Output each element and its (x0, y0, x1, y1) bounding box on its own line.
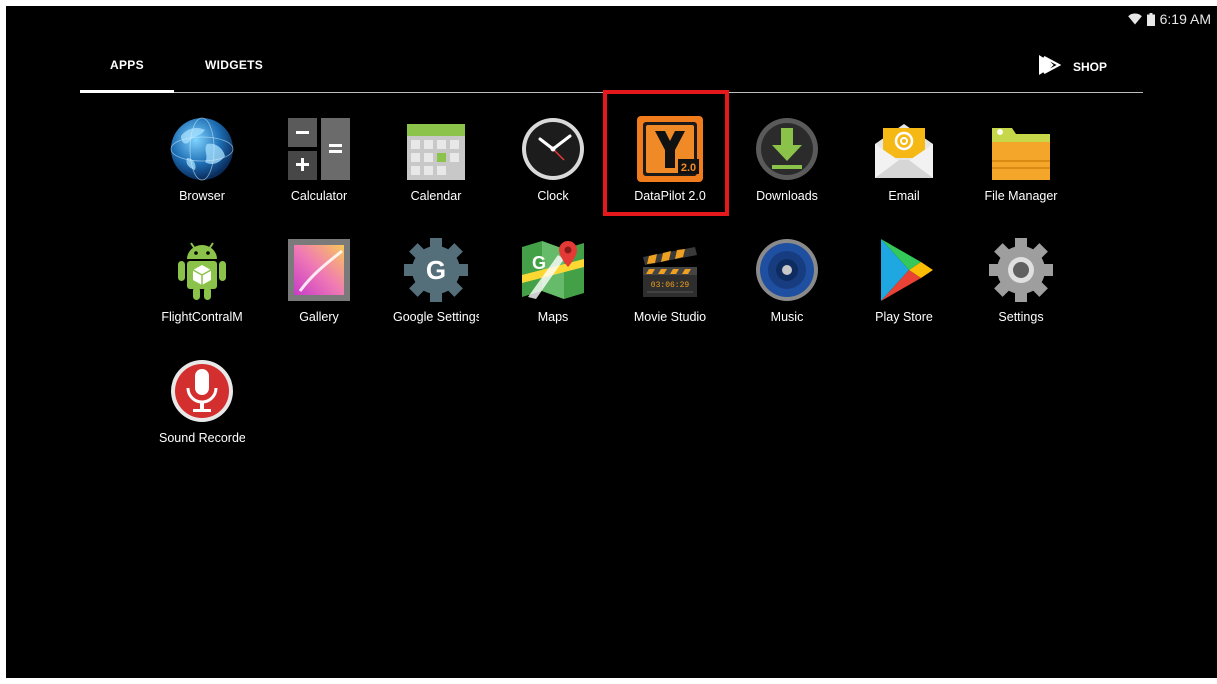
app-label: DataPilot 2.0 (634, 189, 706, 203)
app-label: Email (888, 189, 920, 203)
app-label: Calendar (410, 189, 462, 203)
app-gallery[interactable]: Gallery (264, 231, 374, 343)
status-bar: 6:19 AM (1127, 10, 1211, 28)
status-time: 6:19 AM (1159, 11, 1211, 27)
svg-text:2.0: 2.0 (681, 162, 696, 174)
google-settings-icon: G (401, 235, 471, 305)
app-downloads[interactable]: Downloads (732, 110, 842, 222)
android-robot-icon (167, 235, 237, 305)
svg-text:G: G (426, 255, 446, 285)
app-music[interactable]: Music (732, 231, 842, 343)
app-file-manager[interactable]: File Manager (966, 110, 1076, 222)
tab-widgets[interactable]: WIDGETS (205, 58, 263, 72)
app-datapilot[interactable]: 2.0 DataPilot 2.0 (615, 110, 725, 222)
app-label: Play Store (875, 310, 933, 324)
app-label: Movie Studio (633, 310, 707, 324)
svg-text:03:06:29: 03:06:29 (651, 281, 690, 290)
maps-icon: G (518, 235, 588, 305)
tab-apps[interactable]: APPS (110, 58, 144, 72)
tab-selected-indicator (80, 90, 174, 93)
app-label: FlightContralM (161, 310, 243, 324)
app-label: Sound Recorder (159, 431, 245, 445)
app-browser[interactable]: Browser (147, 110, 257, 222)
app-drawer-screen: 6:19 AM APPS WIDGETS SHOP Browser Calcul… (6, 6, 1217, 678)
movie-studio-icon: 03:06:29 (635, 235, 705, 305)
app-google-settings[interactable]: G Google Settings (381, 231, 491, 343)
app-settings[interactable]: Settings (966, 231, 1076, 343)
app-email[interactable]: Email (849, 110, 959, 222)
svg-text:G: G (532, 253, 546, 273)
calendar-icon (401, 114, 471, 184)
app-label: Downloads (756, 189, 818, 203)
app-label: Browser (179, 189, 225, 203)
app-movie-studio[interactable]: 03:06:29 Movie Studio (615, 231, 725, 343)
calculator-icon (284, 114, 354, 184)
shop-label: SHOP (1073, 59, 1108, 74)
app-label: Gallery (299, 310, 339, 324)
battery-icon (1146, 12, 1155, 26)
app-play-store[interactable]: Play Store (849, 231, 959, 343)
email-icon (869, 114, 939, 184)
app-maps[interactable]: G Maps (498, 231, 608, 343)
app-label: Google Settings (393, 310, 479, 324)
shop-button[interactable]: SHOP (1038, 54, 1107, 79)
app-calendar[interactable]: Calendar (381, 110, 491, 222)
app-label: Clock (537, 189, 569, 203)
settings-gear-icon (986, 235, 1056, 305)
gallery-icon (284, 235, 354, 305)
microphone-icon (167, 356, 237, 426)
app-sound-recorder[interactable]: Sound Recorder (147, 352, 257, 464)
music-speaker-icon (752, 235, 822, 305)
app-label: Music (770, 310, 804, 324)
app-label: Settings (998, 310, 1044, 324)
play-store-bag-icon (1038, 54, 1062, 79)
app-clock[interactable]: Clock (498, 110, 608, 222)
tab-divider (80, 92, 1143, 93)
play-store-icon (869, 235, 939, 305)
browser-globe-icon (167, 114, 237, 184)
file-manager-icon (986, 114, 1056, 184)
app-calculator[interactable]: Calculator (264, 110, 374, 222)
app-label: Maps (537, 310, 569, 324)
wifi-icon (1127, 13, 1142, 25)
app-label: File Manager (984, 189, 1058, 203)
datapilot-icon: 2.0 (635, 114, 705, 184)
app-label: Calculator (290, 189, 348, 203)
app-flightcontral[interactable]: FlightContralM (147, 231, 257, 343)
downloads-icon (752, 114, 822, 184)
clock-icon (518, 114, 588, 184)
